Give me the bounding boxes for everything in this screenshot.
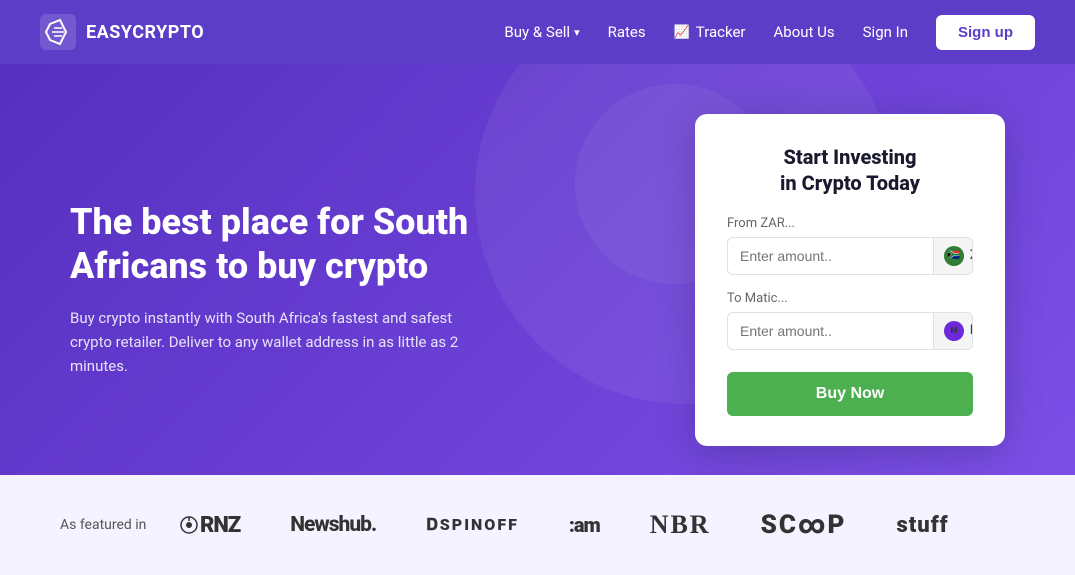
logo-rnz[interactable]: RNZ — [180, 513, 240, 538]
buy-now-button[interactable]: Buy Now — [727, 372, 973, 416]
zar-flag: 🇿🇦 — [944, 246, 964, 266]
to-currency-label: MATIC — [970, 323, 973, 338]
nav-tracker[interactable]: 📈 Tracker — [674, 23, 746, 41]
to-label: To Matic... — [727, 291, 973, 306]
invest-card: Start Investingin Crypto Today From ZAR.… — [695, 114, 1005, 446]
matic-icon: M — [944, 321, 964, 341]
hero-subtitle: Buy crypto instantly with South Africa's… — [70, 306, 490, 378]
logo-scoop[interactable]: SC∞P — [761, 510, 847, 540]
from-amount-input[interactable] — [728, 238, 933, 274]
nav-buy-sell[interactable]: Buy & Sell — [504, 23, 579, 41]
tracker-icon: 📈 — [674, 25, 690, 40]
to-amount-input[interactable] — [728, 313, 933, 349]
from-currency-label: ZAR — [970, 248, 973, 263]
logo-text: EASYCRYPTO — [86, 22, 204, 43]
nav-sign-in[interactable]: Sign In — [863, 23, 908, 41]
logo-newshub[interactable]: Newshub. — [290, 513, 376, 537]
featured-logos: RNZ Newshub. 𝐃SPINOFF :am NBR SC∞P stuff — [180, 510, 1015, 540]
nav-links: Buy & Sell Rates 📈 Tracker About Us Sign… — [504, 15, 1035, 50]
nav-signup-button[interactable]: Sign up — [936, 15, 1035, 50]
featured-label: As featured in — [60, 517, 180, 533]
logo-nbr[interactable]: NBR — [650, 510, 711, 540]
featured-bar: As featured in RNZ Newshub. 𝐃SPINOFF :am… — [0, 475, 1075, 575]
logo-stuff[interactable]: stuff — [896, 513, 948, 538]
logo-spinoff[interactable]: 𝐃SPINOFF — [426, 515, 519, 535]
card-title: Start Investingin Crypto Today — [727, 144, 973, 196]
from-input-row: 🇿🇦 ZAR ▾ — [727, 237, 973, 275]
nav-about-us[interactable]: About Us — [774, 23, 835, 41]
to-input-row: M MATIC ▾ — [727, 312, 973, 350]
logo[interactable]: EASYCRYPTO — [40, 14, 204, 50]
hero-content: The best place for South Africans to buy… — [70, 201, 550, 377]
from-label: From ZAR... — [727, 216, 973, 231]
to-currency-select[interactable]: M MATIC ▾ — [933, 313, 973, 349]
nav-rates[interactable]: Rates — [608, 23, 646, 41]
hero-title: The best place for South Africans to buy… — [70, 201, 550, 287]
from-currency-select[interactable]: 🇿🇦 ZAR ▾ — [933, 238, 973, 274]
navbar: EASYCRYPTO Buy & Sell Rates 📈 Tracker Ab… — [0, 0, 1075, 64]
logo-iamshow[interactable]: :am — [569, 513, 600, 537]
